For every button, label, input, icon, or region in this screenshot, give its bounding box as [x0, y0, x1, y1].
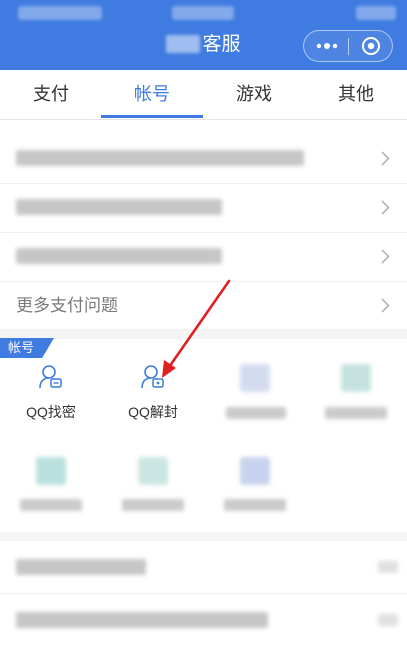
status-bar-blurred-center	[172, 6, 234, 20]
tab-payment[interactable]: 支付	[0, 70, 102, 119]
blurred-text	[16, 248, 222, 264]
blurred-icon	[240, 364, 270, 392]
list-item[interactable]	[0, 541, 407, 594]
blurred-icon	[36, 457, 66, 485]
list-item[interactable]	[0, 183, 407, 233]
status-bar-blurred-right	[356, 6, 396, 20]
page-title: 客服	[202, 34, 241, 55]
tab-other[interactable]: 其他	[305, 70, 407, 119]
blurred-label	[224, 499, 286, 511]
grid-item-blurred[interactable]	[102, 455, 204, 535]
more-dots-icon	[316, 43, 338, 49]
blurred-text	[16, 199, 222, 215]
blurred-icon	[138, 457, 168, 485]
grid-item-blurred[interactable]	[204, 362, 306, 442]
section-tag-account: 帐号	[0, 338, 54, 358]
mini-program-capsule	[303, 30, 393, 62]
user-unlock-icon	[141, 365, 164, 389]
grid-item-blurred[interactable]	[305, 362, 407, 442]
blurred-text	[16, 612, 268, 628]
more-payment-label: 更多支付问题	[16, 296, 118, 315]
tab-account[interactable]: 帐号	[101, 70, 203, 119]
app-header: 客服	[0, 0, 407, 70]
blurred-label	[226, 407, 286, 419]
qq-unblock-item[interactable]: QQ解封	[102, 362, 204, 442]
blurred-label	[325, 407, 387, 419]
blurred-label	[20, 499, 82, 511]
blurred-icon	[240, 457, 270, 485]
blurred-text	[16, 559, 146, 575]
blurred-label	[122, 499, 184, 511]
blurred-text	[378, 614, 398, 626]
section-divider	[0, 329, 407, 339]
grid-item-blurred[interactable]	[204, 455, 306, 535]
list-item[interactable]	[0, 594, 407, 646]
qq-find-password-item[interactable]: QQ找密	[0, 362, 102, 442]
list-item[interactable]	[0, 232, 407, 282]
title-blurred-prefix	[166, 35, 201, 53]
blurred-text	[378, 561, 398, 573]
qq-find-password-label: QQ找密	[26, 404, 76, 420]
chevron-right-icon	[381, 298, 390, 313]
tab-games[interactable]: 游戏	[203, 70, 305, 119]
status-bar-blurred	[18, 6, 102, 20]
user-lock-icon	[39, 365, 62, 389]
section-divider	[0, 532, 407, 541]
qq-unblock-label: QQ解封	[128, 404, 178, 420]
active-tab-indicator	[101, 115, 203, 118]
list-item[interactable]	[0, 134, 407, 184]
tab-bar: 支付 帐号 游戏 其他	[0, 70, 407, 120]
grid-item-blurred[interactable]	[0, 455, 102, 535]
blurred-icon	[341, 364, 371, 392]
close-button[interactable]	[351, 31, 391, 61]
capsule-divider	[348, 38, 349, 55]
more-payment-questions[interactable]: 更多支付问题	[0, 281, 407, 330]
chevron-right-icon	[381, 151, 390, 166]
more-button[interactable]	[308, 31, 346, 61]
chevron-right-icon	[381, 200, 390, 215]
chevron-right-icon	[381, 249, 390, 264]
target-circle-icon	[362, 37, 380, 55]
blurred-text	[16, 150, 304, 166]
